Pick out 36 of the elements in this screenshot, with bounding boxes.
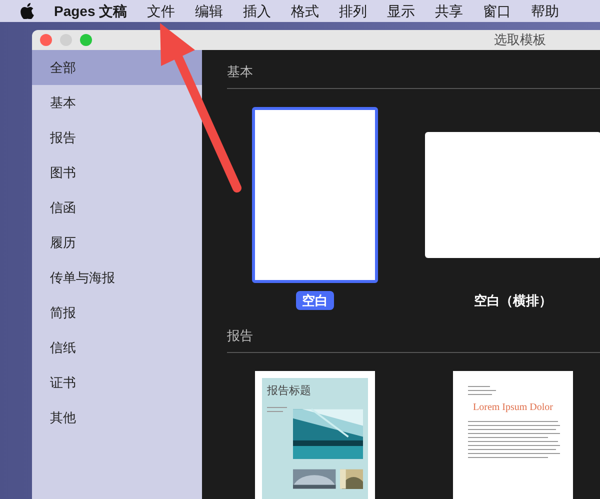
sidebar-item[interactable]: 信函 bbox=[32, 190, 202, 225]
template-heading: 报告标题 bbox=[267, 384, 312, 398]
sidebar-item[interactable]: 传单与海报 bbox=[32, 260, 202, 295]
sidebar-item[interactable]: 全部 bbox=[32, 50, 202, 85]
sidebar-item[interactable]: 信纸 bbox=[32, 330, 202, 365]
template-label: 空白 bbox=[296, 290, 334, 310]
sidebar-item[interactable]: 证书 bbox=[32, 365, 202, 400]
section-title: 报告 bbox=[227, 326, 600, 352]
text-lines-drawing bbox=[267, 407, 287, 412]
sidebar-item[interactable]: 其他 bbox=[32, 400, 202, 435]
sidebar-item[interactable]: 简报 bbox=[32, 295, 202, 330]
section-title: 基本 bbox=[227, 62, 600, 88]
window-title: 选取模板 bbox=[494, 31, 546, 50]
menu-item[interactable]: 格式 bbox=[291, 0, 320, 22]
menu-item[interactable]: 窗口 bbox=[483, 0, 512, 22]
menu-item[interactable]: 编辑 bbox=[195, 0, 224, 22]
close-button[interactable] bbox=[40, 34, 52, 46]
menu-item[interactable]: 排列 bbox=[339, 0, 368, 22]
menu-item[interactable]: 共享 bbox=[435, 0, 464, 22]
sidebar-item[interactable]: 报告 bbox=[32, 120, 202, 155]
sidebar-item[interactable]: 履历 bbox=[32, 225, 202, 260]
apple-logo-icon[interactable] bbox=[20, 3, 34, 19]
template-thumbnail[interactable] bbox=[425, 132, 600, 258]
zoom-button[interactable] bbox=[80, 34, 92, 46]
menu-item[interactable]: 帮助 bbox=[531, 0, 560, 22]
sidebar-item[interactable]: 图书 bbox=[32, 155, 202, 190]
app-menu[interactable]: Pages 文稿 bbox=[54, 0, 128, 22]
menu-item[interactable]: 文件 bbox=[147, 0, 176, 22]
template-thumbnail[interactable] bbox=[252, 106, 378, 282]
sidebar-item[interactable]: 基本 bbox=[32, 85, 202, 120]
menu-item[interactable]: 显示 bbox=[387, 0, 416, 22]
template-label: 空白（横排） bbox=[473, 292, 553, 310]
text-lines-drawing bbox=[468, 386, 496, 394]
template-thumbnail[interactable]: 报告标题 bbox=[255, 370, 375, 499]
menu-item[interactable]: 插入 bbox=[243, 0, 272, 22]
template-heading: Lorem Ipsum Dolor bbox=[473, 402, 553, 412]
